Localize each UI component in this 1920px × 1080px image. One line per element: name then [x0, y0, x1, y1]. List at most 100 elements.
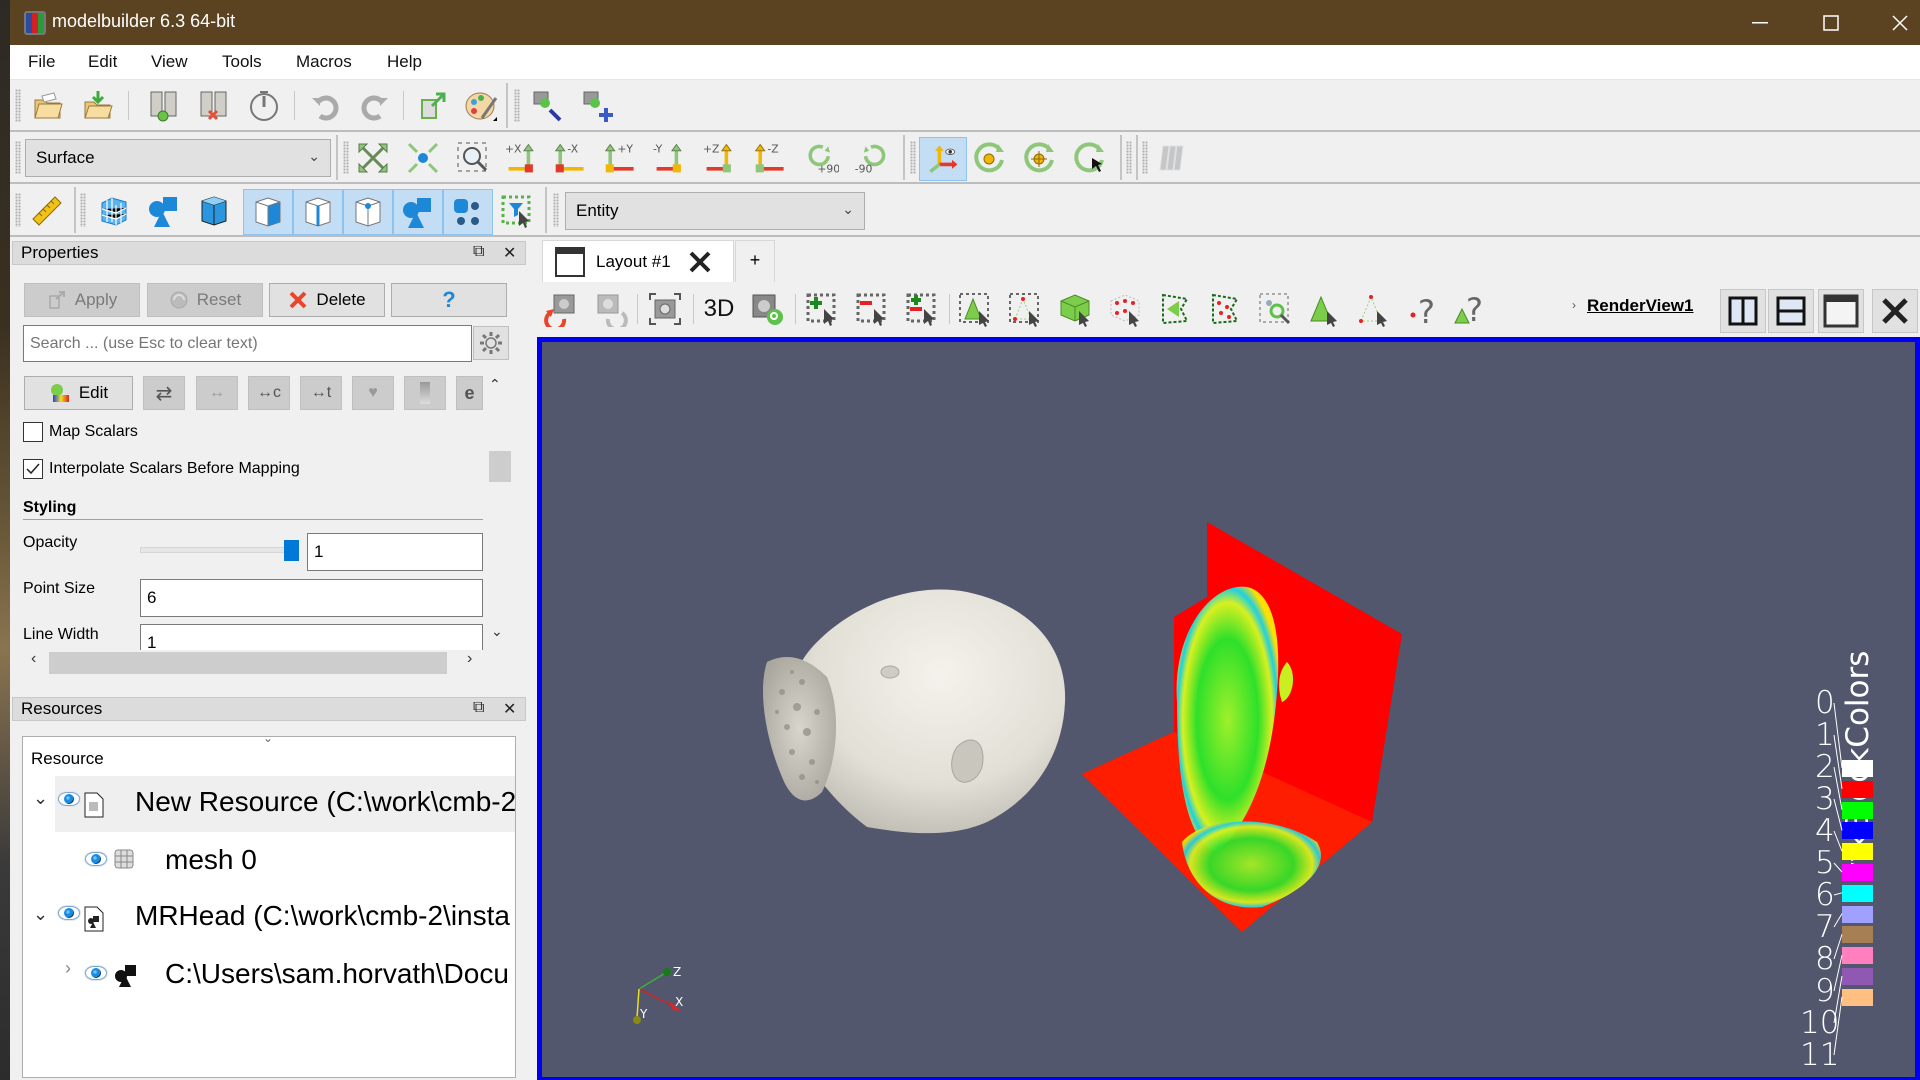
float-panel-button[interactable]: ⧉ — [473, 699, 484, 717]
tree-header[interactable]: Resource ⌄ — [23, 737, 515, 775]
toolbar-grip[interactable] — [80, 193, 86, 227]
group-select-toggle[interactable] — [393, 189, 443, 235]
scrollbar-thumb[interactable] — [49, 652, 447, 674]
apply-button[interactable]: Apply — [24, 283, 140, 317]
view-plus-y-button[interactable]: +Y — [601, 138, 641, 178]
camera-links-button[interactable] — [747, 289, 787, 329]
unlink-colormap-button[interactable]: ⇄ — [143, 376, 185, 410]
visibility-eye-icon[interactable] — [58, 906, 80, 920]
orientation-axes-toggle[interactable] — [919, 137, 967, 181]
menu-macros[interactable]: Macros — [296, 52, 352, 72]
zoom-closest-button[interactable] — [403, 138, 443, 178]
tree-row-mrhead[interactable]: ⌄ MRHead (C:\work\cmb-2\insta — [23, 892, 515, 948]
edit-color-map-button[interactable]: Edit — [24, 376, 133, 410]
rescale-data-range-button[interactable]: ↔ — [196, 376, 238, 410]
timer-button[interactable] — [244, 86, 284, 126]
maximize-button[interactable] — [1801, 0, 1861, 45]
center-of-rotation-button[interactable] — [970, 138, 1010, 178]
select-cells-through-button[interactable] — [1055, 289, 1095, 329]
hover-points-button[interactable] — [1355, 289, 1395, 329]
close-window-button[interactable] — [1870, 0, 1920, 45]
menu-edit[interactable]: Edit — [88, 52, 117, 72]
scroll-left-arrow-icon[interactable]: ‹ — [31, 650, 36, 668]
chevron-down-icon[interactable]: ⌄ — [33, 904, 48, 925]
hover-cells-query-button[interactable]: ? — [1451, 289, 1491, 329]
rescale-temporal-range-button[interactable]: ↔t — [300, 376, 342, 410]
menu-file[interactable]: File — [28, 52, 55, 72]
scroll-up-arrow-icon[interactable]: ⌃ — [489, 376, 501, 393]
favorites-button[interactable]: ♥ — [352, 376, 394, 410]
open-file-button[interactable] — [28, 86, 68, 126]
volume-button[interactable] — [194, 191, 234, 231]
aux-geometry-toggle[interactable] — [443, 189, 493, 235]
properties-horizontal-scrollbar[interactable]: ‹ › — [23, 650, 483, 674]
visibility-eye-icon[interactable] — [58, 792, 80, 806]
view-minus-x-button[interactable]: -X — [551, 138, 591, 178]
add-layout-tab-button[interactable]: + — [735, 240, 775, 282]
interpolate-scalars-checkbox[interactable] — [23, 459, 43, 479]
undo-camera-button[interactable] — [542, 289, 582, 329]
color-palette-button[interactable] — [462, 86, 502, 126]
toolbar-grip[interactable] — [553, 193, 559, 227]
opacity-slider-handle[interactable] — [284, 540, 299, 561]
properties-vertical-scrollbar[interactable]: ⌃ ⌄ — [483, 376, 511, 646]
scroll-right-arrow-icon[interactable]: › — [467, 650, 472, 668]
view-minus-z-button[interactable]: -Z — [751, 138, 791, 178]
menu-help[interactable]: Help — [387, 52, 422, 72]
subtract-selection-button[interactable] — [852, 289, 892, 329]
undo-button[interactable] — [306, 86, 346, 126]
rotate-plus-90-button[interactable]: +90 — [801, 138, 841, 178]
ruler-button[interactable] — [27, 191, 67, 231]
toolbar-grip[interactable] — [15, 89, 21, 122]
face-select-toggle[interactable] — [243, 189, 293, 235]
split-horizontal-button[interactable] — [1720, 289, 1766, 333]
camera-settings-button[interactable] — [528, 86, 568, 126]
float-panel-button[interactable]: ⧉ — [473, 243, 484, 261]
tab-layout-1[interactable]: Layout #1 — [542, 240, 734, 282]
pick-center-button[interactable] — [1070, 138, 1110, 178]
split-vertical-button[interactable] — [1768, 289, 1814, 333]
toolbar-grip[interactable] — [15, 141, 21, 174]
select-cells-polygon-button[interactable] — [1155, 289, 1195, 329]
hover-points-query-button[interactable]: ? — [1403, 289, 1443, 329]
mr-head-slice-planes[interactable] — [1082, 522, 1412, 932]
connect-button[interactable] — [144, 86, 184, 126]
chevron-right-icon[interactable]: › — [65, 958, 71, 979]
view-minus-y-button[interactable]: -Y — [651, 138, 691, 178]
toolbar-grip[interactable] — [514, 89, 520, 122]
hover-cells-button[interactable] — [1305, 289, 1345, 329]
close-view-button[interactable] — [1872, 289, 1918, 333]
redo-button[interactable] — [354, 86, 394, 126]
select-points-polygon-button[interactable] — [1205, 289, 1245, 329]
maximize-view-button[interactable] — [1818, 289, 1864, 333]
render-view-name[interactable]: RenderView1 — [1587, 296, 1693, 316]
close-tab-icon[interactable] — [688, 250, 712, 274]
capture-screenshot-button[interactable] — [645, 289, 685, 329]
view-plus-x-button[interactable]: +X — [503, 138, 543, 178]
minimize-button[interactable] — [1731, 0, 1791, 45]
close-panel-button[interactable]: ✕ — [503, 699, 516, 719]
point-size-input[interactable] — [140, 579, 483, 617]
view-plus-z-button[interactable]: +Z — [701, 138, 741, 178]
head-surface-model[interactable] — [747, 582, 1077, 842]
toggle-color-legend-button[interactable] — [404, 376, 446, 410]
disconnect-button[interactable] — [194, 86, 234, 126]
delete-button[interactable]: Delete — [269, 283, 385, 317]
camera-add-button[interactable] — [578, 86, 618, 126]
rescale-custom-range-button[interactable]: ↔c — [248, 376, 290, 410]
menu-tools[interactable]: Tools — [222, 52, 262, 72]
selection-filter-button[interactable] — [497, 191, 537, 231]
opacity-slider-track[interactable] — [140, 547, 298, 553]
vertex-select-toggle[interactable] — [343, 189, 393, 235]
tree-row-mesh[interactable]: mesh 0 — [23, 834, 515, 890]
toggle-3d-button[interactable]: 3D — [699, 289, 739, 329]
close-panel-button[interactable]: ✕ — [503, 243, 516, 263]
render-view[interactable]: Z X Y — [537, 337, 1920, 1080]
scrollbar-thumb[interactable] — [489, 451, 511, 482]
representation-dropdown[interactable]: Surface ⌄ — [25, 139, 331, 177]
zoom-to-box-button[interactable] — [453, 138, 493, 178]
mesh-visibility-button[interactable] — [94, 191, 134, 231]
scroll-down-arrow-icon[interactable]: ⌄ — [491, 623, 503, 640]
view-menu-arrow-icon[interactable]: › — [1572, 298, 1576, 312]
interactive-select-button[interactable] — [1255, 289, 1295, 329]
